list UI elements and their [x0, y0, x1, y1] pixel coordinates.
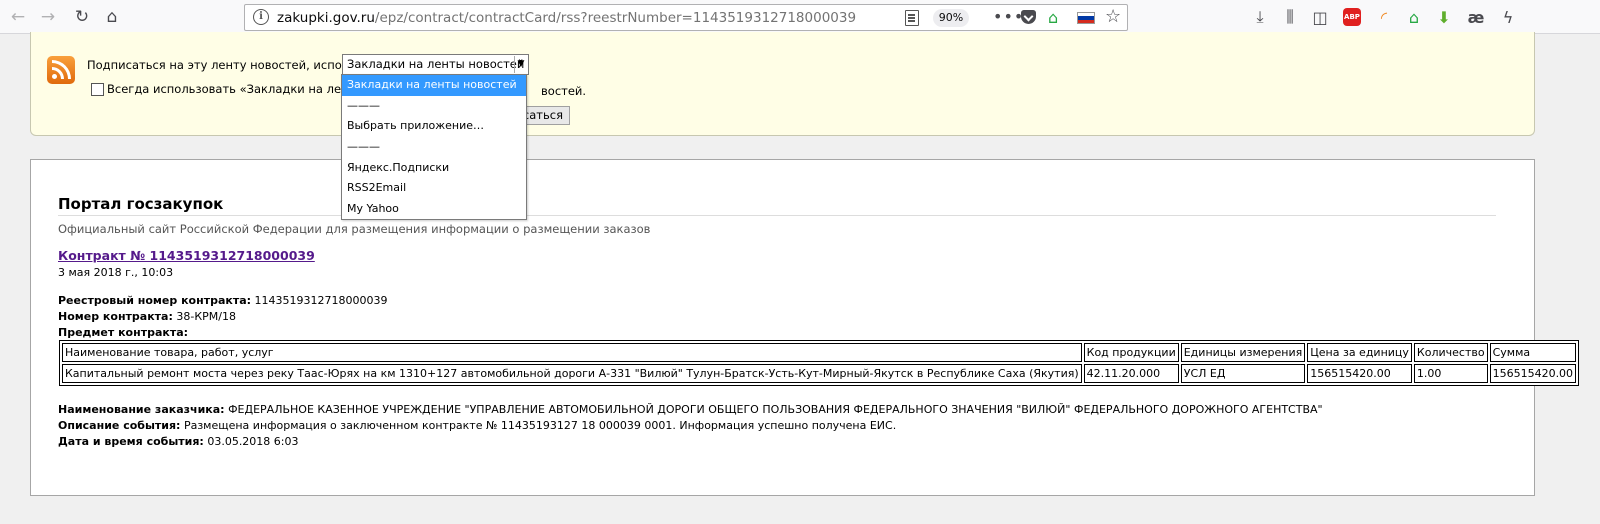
adblock-plus-button[interactable]: ABP: [1340, 5, 1364, 29]
table-header-cell: Цена за единицу: [1307, 343, 1412, 362]
reload-icon: ↻: [74, 6, 90, 27]
always-use-label-tail: востей.: [541, 84, 587, 98]
table-cell: 1.00: [1413, 364, 1488, 383]
subscribe-box: Подписаться на эту ленту новостей, испол…: [30, 32, 1535, 136]
contract-number-field: Номер контракта: 38-КРМ/18: [58, 310, 236, 323]
subscribe-reader-select[interactable]: Закладки на ленты новостей ▼: [342, 54, 529, 75]
table-row: Капитальный ремонт моста через реку Таас…: [62, 364, 1577, 383]
reader-view-icon[interactable]: [905, 10, 919, 26]
russian-flag-icon[interactable]: [1077, 12, 1095, 24]
entry-title-link[interactable]: Контракт № 1143519312718000039: [58, 248, 315, 263]
items-table: Наименование товара, работ, услуг Код пр…: [59, 340, 1580, 386]
field-value: 1143519312718000039: [251, 294, 388, 307]
feed-subtitle: Официальный сайт Российской Федерации дл…: [58, 222, 651, 236]
subscribe-dropdown-list[interactable]: Закладки на ленты новостей ——— Выбрать п…: [341, 74, 527, 220]
table-cell: 156515420.00: [1307, 364, 1412, 383]
divider: [58, 215, 1496, 216]
home-button[interactable]: ⌂: [100, 5, 124, 29]
table-header-cell: Единицы измерения: [1180, 343, 1306, 362]
table-cell: 42.11.20.000: [1083, 364, 1179, 383]
dropdown-option[interactable]: Выбрать приложение…: [342, 116, 526, 137]
chevron-down-icon[interactable]: ▼: [514, 56, 527, 73]
reload-button[interactable]: ↻: [70, 5, 94, 29]
feed-content: Портал госзакупок Официальный сайт Росси…: [30, 159, 1580, 496]
field-label: Номер контракта:: [58, 310, 173, 323]
url-path: /epz/contract/contractCard/rss?reestrNum…: [374, 10, 857, 26]
contract-subject-field: Предмет контракта:: [58, 326, 188, 339]
browser-toolbar: ← → ↻ ⌂ i zakupki.gov.ru/epz/contract/co…: [0, 0, 1600, 34]
extension-home-icon[interactable]: ⌂: [1402, 5, 1426, 29]
download-helper-icon[interactable]: ⬇: [1432, 5, 1456, 29]
dropdown-option[interactable]: Закладки на ленты новостей: [342, 75, 526, 96]
customer-field: Наименование заказчика: ФЕДЕРАЛЬНОЕ КАЗЕ…: [58, 403, 1323, 416]
table-header-cell: Количество: [1413, 343, 1488, 362]
dropdown-separator: ———: [347, 98, 380, 112]
adblock-icon: ABP: [1343, 8, 1361, 26]
field-value: 38-КРМ/18: [172, 310, 236, 323]
zoom-level-badge[interactable]: 90%: [933, 9, 969, 27]
sidebar-icon[interactable]: ◫: [1308, 5, 1332, 29]
table-header-cell: Наименование товара, работ, услуг: [62, 343, 1082, 362]
subscribe-label: Подписаться на эту ленту новостей, испол…: [87, 58, 376, 72]
field-label: Наименование заказчика:: [58, 403, 225, 416]
table-header-cell: Код продукции: [1083, 343, 1179, 362]
event-time-field: Дата и время события: 03.05.2018 6:03: [58, 435, 299, 448]
always-use-row: Всегда использовать «Закладки на ленты н…: [91, 82, 383, 96]
field-label: Описание события:: [58, 419, 181, 432]
dropdown-option[interactable]: My Yahoo: [342, 199, 526, 220]
field-label: Предмет контракта:: [58, 326, 189, 339]
field-label: Реестровый номер контракта:: [58, 294, 252, 307]
extension-house-icon[interactable]: ⌂: [1048, 8, 1058, 27]
bookmark-star-icon[interactable]: ☆: [1105, 6, 1121, 27]
lightning-icon[interactable]: ϟ: [1496, 5, 1520, 29]
site-info-icon[interactable]: i: [253, 9, 269, 25]
page-actions-icon[interactable]: •••: [993, 7, 1024, 26]
home-icon: ⌂: [106, 6, 118, 27]
table-cell: Капитальный ремонт моста через реку Таас…: [62, 364, 1082, 383]
dropdown-separator: ———: [347, 140, 380, 154]
table-cell: 156515420.00: [1489, 364, 1577, 383]
back-arrow-icon: ←: [10, 6, 26, 27]
flag-stripe: [1078, 19, 1094, 23]
always-use-checkbox[interactable]: [91, 82, 104, 96]
url-bar[interactable]: i zakupki.gov.ru/epz/contract/contractCa…: [244, 4, 1128, 31]
menu-icon[interactable]: [1528, 5, 1552, 29]
table-header-row: Наименование товара, работ, услуг Код пр…: [62, 343, 1577, 362]
forward-button[interactable]: →: [36, 5, 60, 29]
field-value: 03.05.2018 6:03: [203, 435, 299, 448]
feed-title: Портал госзакупок: [58, 195, 224, 213]
ae-extension-button[interactable]: æ: [1464, 5, 1488, 29]
url-host: zakupki.gov.ru: [277, 10, 375, 26]
url-text[interactable]: zakupki.gov.ru/epz/contract/contractCard…: [277, 10, 856, 26]
downloads-icon[interactable]: ⤓: [1248, 5, 1272, 29]
field-value: Размещена информация о заключенном контр…: [180, 419, 897, 432]
event-description-field: Описание события: Размещена информация о…: [58, 419, 896, 432]
select-value: Закладки на ленты новостей: [347, 57, 525, 71]
table-cell: УСЛ ЕД: [1180, 364, 1306, 383]
ae-icon: æ: [1467, 7, 1485, 27]
pocket-icon[interactable]: [1021, 10, 1036, 24]
dropdown-option[interactable]: RSS2Email: [342, 178, 526, 199]
table-header-cell: Сумма: [1489, 343, 1577, 362]
rss-logo-icon: [47, 56, 75, 84]
back-button[interactable]: ←: [6, 5, 30, 29]
forward-arrow-icon: →: [40, 6, 56, 27]
dropdown-option[interactable]: Яндекс.Подписки: [342, 158, 526, 179]
rss-feed-icon[interactable]: ◜: [1372, 5, 1396, 29]
field-label: Дата и время события:: [58, 435, 204, 448]
field-value: ФЕДЕРАЛЬНОЕ КАЗЕННОЕ УЧРЕЖДЕНИЕ "УПРАВЛЕ…: [224, 403, 1323, 416]
library-icon[interactable]: ⫼: [1278, 5, 1302, 29]
reg-number-field: Реестровый номер контракта: 114351931271…: [58, 294, 388, 307]
entry-date: 3 мая 2018 г., 10:03: [58, 266, 174, 279]
